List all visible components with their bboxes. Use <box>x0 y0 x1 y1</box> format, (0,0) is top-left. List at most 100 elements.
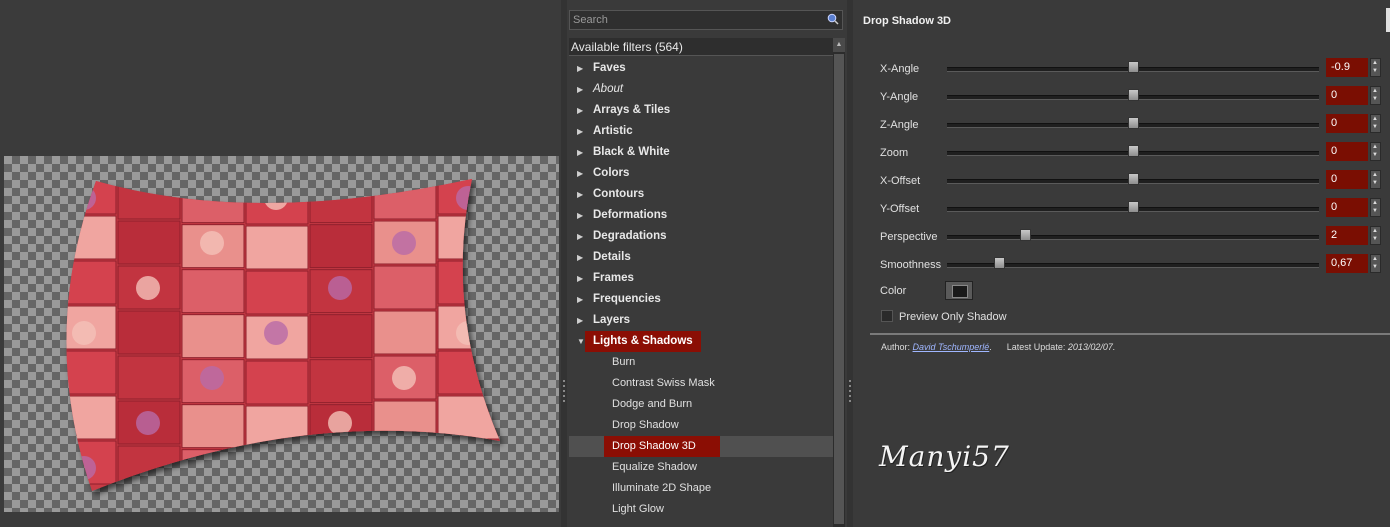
param-slider-handle[interactable] <box>1128 173 1139 185</box>
spin-down-icon[interactable]: ▼ <box>1372 264 1379 271</box>
filter-category[interactable]: ▶ Black & White <box>569 142 833 163</box>
filter-category-label: Details <box>593 251 631 263</box>
triangle-down-icon[interactable]: ▼ <box>577 331 585 352</box>
filter-item[interactable]: Equalize Shadow <box>569 457 833 478</box>
spin-up-icon[interactable]: ▲ <box>1372 116 1379 123</box>
filter-item[interactable]: Light Glow <box>569 499 833 520</box>
param-value-input[interactable]: 2 <box>1326 226 1368 245</box>
color-picker-button[interactable] <box>945 281 973 300</box>
preview-flower <box>264 186 288 210</box>
triangle-right-icon[interactable]: ▶ <box>577 100 583 121</box>
spin-down-icon[interactable]: ▼ <box>1372 236 1379 243</box>
triangle-right-icon[interactable]: ▶ <box>577 142 583 163</box>
filter-category[interactable]: ▶ Frames <box>569 268 833 289</box>
triangle-right-icon[interactable]: ▶ <box>577 268 583 289</box>
triangle-right-icon[interactable]: ▶ <box>577 79 583 100</box>
spin-down-icon[interactable]: ▼ <box>1372 68 1379 75</box>
param-value-input[interactable]: 0 <box>1326 142 1368 161</box>
param-spinner[interactable]: ▲ ▼ <box>1370 142 1381 161</box>
spin-up-icon[interactable]: ▲ <box>1372 144 1379 151</box>
param-spinner[interactable]: ▲ ▼ <box>1370 226 1381 245</box>
param-spinner[interactable]: ▲ ▼ <box>1370 114 1381 133</box>
filter-item-label: Equalize Shadow <box>612 461 698 473</box>
spin-up-icon[interactable]: ▲ <box>1372 256 1379 263</box>
param-slider-handle[interactable] <box>1128 145 1139 157</box>
param-spinner[interactable]: ▲ ▼ <box>1370 86 1381 105</box>
preview-flower <box>392 231 416 255</box>
param-slider-handle[interactable] <box>1020 229 1031 241</box>
spin-down-icon[interactable]: ▼ <box>1372 208 1379 215</box>
spin-down-icon[interactable]: ▼ <box>1372 124 1379 131</box>
param-value-input[interactable]: -0.9 <box>1326 58 1368 77</box>
filter-category[interactable]: ▶ Artistic <box>569 121 833 142</box>
triangle-right-icon[interactable]: ▶ <box>577 310 583 331</box>
filter-category[interactable]: ▶ Details <box>569 247 833 268</box>
filter-category[interactable]: ▼ Lights & Shadows <box>569 331 833 352</box>
filter-item[interactable]: Drop Shadow 3D <box>569 436 833 457</box>
param-slider[interactable] <box>947 235 1319 240</box>
filter-category[interactable]: ▶ Contours <box>569 184 833 205</box>
triangle-right-icon[interactable]: ▶ <box>577 58 583 79</box>
param-slider-handle[interactable] <box>1128 201 1139 213</box>
preview-flower <box>456 456 480 480</box>
triangle-right-icon[interactable]: ▶ <box>577 184 583 205</box>
filter-category[interactable]: ▶ Frequencies <box>569 289 833 310</box>
param-spinner[interactable]: ▲ ▼ <box>1370 170 1381 189</box>
filter-category[interactable]: ▶ Arrays & Tiles <box>569 100 833 121</box>
param-value-input[interactable]: 0 <box>1326 114 1368 133</box>
preview-canvas[interactable] <box>4 156 559 512</box>
preview-flower <box>328 276 352 300</box>
param-value-input[interactable]: 0,67 <box>1326 254 1368 273</box>
triangle-right-icon[interactable]: ▶ <box>577 289 583 310</box>
param-slider-handle[interactable] <box>1128 117 1139 129</box>
param-value-input[interactable]: 0 <box>1326 170 1368 189</box>
filter-category[interactable]: ▶ About <box>569 79 833 100</box>
spin-up-icon[interactable]: ▲ <box>1372 172 1379 179</box>
filter-item-label: Drop Shadow <box>612 419 679 431</box>
param-spinner[interactable]: ▲ ▼ <box>1370 58 1381 77</box>
triangle-right-icon[interactable]: ▶ <box>577 247 583 268</box>
filter-item[interactable]: Drop Shadow <box>569 415 833 436</box>
preview-tile <box>373 400 437 445</box>
spin-down-icon[interactable]: ▼ <box>1372 180 1379 187</box>
spin-down-icon[interactable]: ▼ <box>1372 96 1379 103</box>
filter-category[interactable]: ▶ Deformations <box>569 205 833 226</box>
param-value-input[interactable]: 0 <box>1326 198 1368 217</box>
author-link[interactable]: David Tschumperlé <box>913 342 990 352</box>
triangle-right-icon[interactable]: ▶ <box>577 226 583 247</box>
filter-item[interactable]: Illuminate 2D Shape <box>569 478 833 499</box>
triangle-right-icon[interactable]: ▶ <box>577 205 583 226</box>
preview-only-shadow-label[interactable]: Preview Only Shadow <box>899 311 1007 323</box>
param-value-input[interactable]: 0 <box>1326 86 1368 105</box>
scroll-thumb[interactable] <box>834 54 844 524</box>
filter-category[interactable]: ▶ Layers <box>569 310 833 331</box>
filter-category[interactable]: ▶ Faves <box>569 58 833 79</box>
search-input[interactable] <box>570 11 823 29</box>
filter-item[interactable]: Contrast Swiss Mask <box>569 373 833 394</box>
preview-only-shadow-checkbox[interactable] <box>881 310 893 322</box>
search-icon[interactable] <box>827 13 839 25</box>
scroll-up-arrow-icon[interactable]: ▲ <box>833 38 845 52</box>
spin-up-icon[interactable]: ▲ <box>1372 228 1379 235</box>
divider <box>870 333 1390 335</box>
param-spinner[interactable]: ▲ ▼ <box>1370 254 1381 273</box>
spin-down-icon[interactable]: ▼ <box>1372 152 1379 159</box>
filter-list-scrollbar[interactable]: ▲ <box>833 38 845 527</box>
triangle-right-icon[interactable]: ▶ <box>577 121 583 142</box>
param-slider-handle[interactable] <box>994 257 1005 269</box>
right-edge-button[interactable] <box>1386 8 1390 32</box>
filter-category[interactable]: ▶ Colors <box>569 163 833 184</box>
filter-item[interactable]: Dodge and Burn <box>569 394 833 415</box>
spin-up-icon[interactable]: ▲ <box>1372 60 1379 67</box>
triangle-right-icon[interactable]: ▶ <box>577 163 583 184</box>
filter-item[interactable]: Burn <box>569 352 833 373</box>
param-slider-handle[interactable] <box>1128 61 1139 73</box>
filters-header[interactable]: Available filters (564) <box>569 38 833 56</box>
param-spinner[interactable]: ▲ ▼ <box>1370 198 1381 217</box>
spin-up-icon[interactable]: ▲ <box>1372 88 1379 95</box>
filter-category[interactable]: ▶ Degradations <box>569 226 833 247</box>
preview-flower <box>136 411 160 435</box>
preview-flower <box>456 186 480 210</box>
spin-up-icon[interactable]: ▲ <box>1372 200 1379 207</box>
param-slider-handle[interactable] <box>1128 89 1139 101</box>
